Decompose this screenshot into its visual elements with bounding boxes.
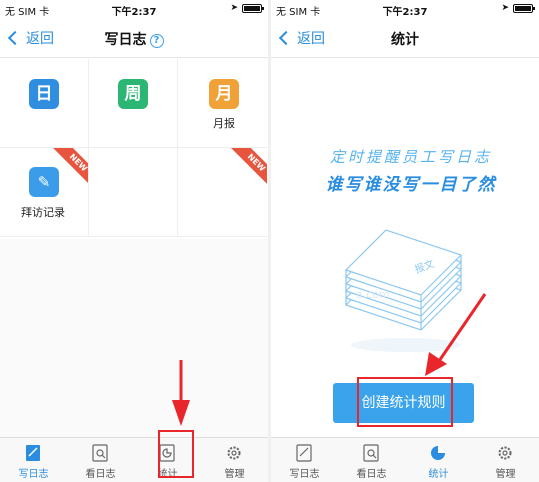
- write-log-icon: [26, 445, 40, 461]
- tab-manage[interactable]: 管理: [472, 438, 539, 482]
- watermark: a.com: [356, 288, 390, 301]
- visit-record-icon: ✎: [29, 167, 59, 197]
- tab-view-log[interactable]: 看日志: [67, 438, 134, 482]
- stats-icon: [431, 446, 445, 460]
- grid-item-monthly[interactable]: 月 月报: [178, 59, 267, 148]
- tab-label: 管理: [495, 469, 516, 480]
- clock-label: 下午2:37: [382, 7, 428, 18]
- battery-icon: [513, 3, 535, 13]
- tab-bar: 写日志 看日志 统计 管理: [271, 437, 539, 482]
- monthly-log-icon: 月: [209, 79, 239, 109]
- page-title: 写日志: [104, 32, 147, 48]
- write-log-icon: [296, 444, 312, 462]
- log-type-grid: 日 周 月 月报 ✎ 拜访记录 NEW NEW: [0, 59, 268, 239]
- tab-label: 看日志: [356, 469, 387, 480]
- tab-label: 统计: [428, 469, 449, 480]
- help-icon[interactable]: ?: [149, 34, 164, 48]
- new-badge: NEW: [229, 148, 267, 190]
- status-bar: 无 SIM 卡 下午2:37 ➤: [271, 0, 539, 18]
- monthly-log-label: 月报: [213, 117, 235, 130]
- gear-icon: [227, 446, 241, 460]
- slogan-line-1: 定时提醒员工写日志: [329, 148, 492, 166]
- tab-statistics[interactable]: 统计: [405, 438, 472, 482]
- page-title: 统计: [391, 32, 419, 48]
- nav-bar: 返回 统计: [271, 18, 539, 58]
- tab-label: 写日志: [18, 469, 49, 480]
- tab-view-log[interactable]: 看日志: [338, 438, 405, 482]
- tab-bar: 写日志 看日志 统计 管理: [0, 437, 268, 482]
- battery-icon: [242, 3, 264, 13]
- nav-bar: 返回 写日志?: [0, 18, 268, 58]
- grid-item-visit-record[interactable]: ✎ 拜访记录 NEW: [0, 148, 89, 237]
- right-screen: 无 SIM 卡 下午2:37 ➤ 返回 统计 定时提醒员工写日志 谁写谁没写一目…: [271, 0, 539, 482]
- left-screen: 无 SIM 卡 下午2:37 ➤ 返回 写日志? 日 周 月 月报 ✎ 拜访记录…: [0, 0, 268, 482]
- red-arrow-icon: [172, 360, 190, 426]
- grid-item-new[interactable]: NEW: [178, 148, 267, 237]
- grid-item-weekly[interactable]: 周: [89, 59, 178, 148]
- stats-icon: [159, 444, 175, 462]
- grid-item-empty: [89, 148, 178, 237]
- weekly-log-icon: 周: [118, 79, 148, 109]
- status-bar: 无 SIM 卡 下午2:37 ➤: [0, 0, 268, 18]
- tab-manage[interactable]: 管理: [201, 438, 268, 482]
- location-icon: ➤: [230, 3, 238, 13]
- slogan-line-2: 谁写谁没写一目了然: [325, 175, 497, 195]
- daily-log-icon: 日: [29, 79, 59, 109]
- view-log-icon: [92, 444, 108, 462]
- grid-item-daily[interactable]: 日: [0, 59, 89, 148]
- tab-write-log[interactable]: 写日志: [271, 438, 338, 482]
- tab-label: 统计: [157, 469, 178, 480]
- tab-statistics[interactable]: 统计: [134, 438, 201, 482]
- tab-label: 管理: [224, 469, 245, 480]
- red-arrow-icon: [425, 293, 487, 376]
- location-icon: ➤: [501, 3, 509, 13]
- view-log-icon: [363, 444, 379, 462]
- visit-record-label: 拜访记录: [21, 206, 65, 219]
- clock-label: 下午2:37: [111, 7, 157, 18]
- tab-write-log[interactable]: 写日志: [0, 438, 67, 482]
- tab-label: 写日志: [289, 469, 320, 480]
- create-stats-rule-button[interactable]: 创建统计规则: [333, 383, 474, 423]
- gear-icon: [498, 446, 512, 460]
- tab-label: 看日志: [85, 469, 116, 480]
